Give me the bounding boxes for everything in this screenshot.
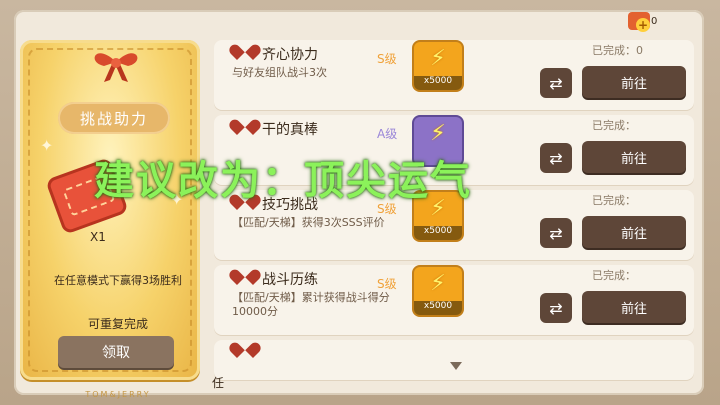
brand-mark: TOM&JERRY [85,390,151,399]
progress-label: 已完成： [592,119,636,132]
reward-quantity: x5000 [414,226,462,240]
card-title: 挑战助力 [58,102,170,134]
task-grade: S级 [377,52,397,66]
reward-item[interactable]: ⚡ x5000 [414,267,462,315]
lightning-icon: ⚡ [430,121,446,146]
challenge-boost-card: ✦ ✦ 挑战助力 X1 在任意模式下赢得3场胜利 可重复完成 领取 TOM&JE… [20,40,200,399]
task-icon [234,344,256,360]
go-button[interactable]: 前往 [582,66,686,98]
add-currency-icon[interactable]: + [636,18,650,32]
reward-quantity: x5000 [414,76,462,90]
task-name: 干的真棒 [262,122,318,138]
go-button[interactable]: 前往 [582,216,686,248]
task-description: 与好友组队战斗3次 [232,66,327,79]
swap-icon: ⇄ [549,148,563,168]
reward-quantity: x5000 [414,301,462,315]
reward-item[interactable]: ⚡ x5000 [414,42,462,90]
footer-text: 任 [212,376,225,390]
swap-button[interactable]: ⇄ [540,68,572,98]
task-icon [234,271,256,287]
lightning-icon: ⚡ [430,271,446,296]
ribbon-bow-icon [94,53,138,82]
swap-icon: ⇄ [549,223,563,243]
task-name: 齐心协力 [262,47,318,63]
currency-count: 0 [651,16,658,27]
task-row [214,340,694,380]
swap-button[interactable]: ⇄ [540,218,572,248]
card-description: 在任意模式下赢得3场胜利 [54,274,182,287]
task-row: 战斗历练 【匹配/天梯】累计获得战斗得分10000分 S级 ⚡ x5000 已完成… [214,265,694,335]
progress-label: 已完成：0 [592,44,643,57]
task-icon [234,46,256,62]
swap-icon: ⇄ [549,298,563,318]
repeatable-label: 可重复完成 [87,317,148,331]
ticket-count: X1 [90,230,106,244]
swap-icon: ⇄ [549,73,563,93]
task-name: 战斗历练 [262,272,318,288]
scroll-down-icon[interactable] [450,362,462,370]
go-button[interactable]: 前往 [582,141,686,173]
claim-button[interactable]: 领取 [58,336,174,368]
progress-label: 已完成： [592,269,636,282]
task-grade: S级 [377,277,397,291]
task-row: 齐心协力 与好友组队战斗3次 S级 ⚡ x5000 已完成：0 ⇄ 前往 [214,40,694,110]
swap-button[interactable]: ⇄ [540,293,572,323]
task-description: 【匹配/天梯】获得3次SSS评价 [232,216,385,229]
caption-overlay: 建议改为：顶尖运气 [94,158,472,204]
task-description: 【匹配/天梯】累计获得战斗得分10000分 [232,291,390,318]
swap-button[interactable]: ⇄ [540,143,572,173]
task-panel: ✦ ✦ 挑战助力 X1 在任意模式下赢得3场胜利 可重复完成 领取 TOM&JE… [14,10,704,399]
go-button[interactable]: 前往 [582,291,686,323]
sparkle-icon: ✦ [40,136,54,155]
lightning-icon: ⚡ [430,46,446,71]
progress-label: 已完成： [592,194,636,207]
task-grade: A级 [377,127,398,141]
task-icon [234,121,256,137]
